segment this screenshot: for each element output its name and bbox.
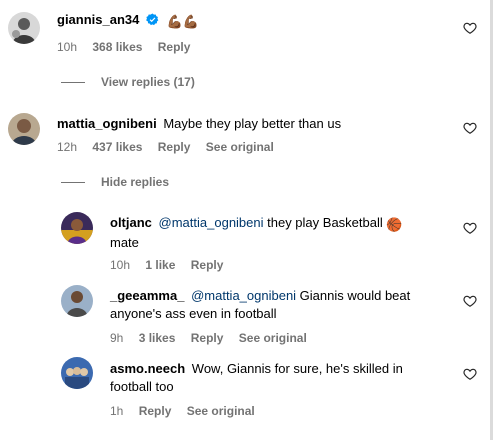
heart-outline-icon[interactable] bbox=[463, 121, 477, 135]
see-original-button[interactable]: See original bbox=[206, 140, 274, 154]
comment-time: 10h bbox=[57, 40, 78, 54]
comment-username[interactable]: giannis_an34 bbox=[57, 12, 139, 27]
mention-link[interactable]: @mattia_ognibeni bbox=[191, 288, 296, 303]
reply-time: 9h bbox=[110, 331, 124, 345]
avatar[interactable] bbox=[61, 212, 93, 244]
reply-button[interactable]: Reply bbox=[191, 331, 224, 345]
view-replies-button[interactable]: View replies (17) bbox=[61, 75, 195, 89]
reply-username[interactable]: _geeamma_ bbox=[110, 288, 184, 303]
likes-count[interactable]: 3 likes bbox=[139, 331, 176, 345]
likes-count[interactable]: 368 likes bbox=[92, 40, 142, 54]
reply-text-line2: mate bbox=[110, 235, 139, 250]
reply-time: 10h bbox=[110, 258, 131, 272]
likes-count[interactable]: 437 likes bbox=[92, 140, 142, 154]
reply-button[interactable]: Reply bbox=[139, 404, 172, 418]
heart-outline-icon[interactable] bbox=[463, 221, 477, 235]
avatar[interactable] bbox=[61, 357, 93, 389]
avatar[interactable] bbox=[61, 285, 93, 317]
reply-time: 1h bbox=[110, 404, 124, 418]
flexed-biceps-emoji: 💪🏾💪🏾 bbox=[166, 14, 199, 29]
mention-link[interactable]: @mattia_ognibeni bbox=[159, 215, 264, 230]
reply-button[interactable]: Reply bbox=[158, 140, 191, 154]
reply-text-line1: Wow, Giannis for sure, he's skilled in bbox=[191, 361, 403, 376]
see-original-button[interactable]: See original bbox=[187, 404, 255, 418]
reply-text-line1: Giannis would beat bbox=[296, 288, 411, 303]
reply-text-line1: they play Basketball bbox=[263, 215, 383, 230]
comment-meta: 12h 437 likes Reply See original bbox=[57, 140, 286, 154]
hide-replies-button[interactable]: Hide replies bbox=[61, 175, 169, 189]
reply-text-line2: football too bbox=[110, 379, 174, 394]
comment-username[interactable]: mattia_ognibeni bbox=[57, 116, 157, 131]
hide-replies-label: Hide replies bbox=[101, 175, 170, 189]
heart-outline-icon[interactable] bbox=[463, 21, 477, 35]
comment-time: 12h bbox=[57, 140, 78, 154]
view-replies-label: View replies (17) bbox=[101, 75, 195, 89]
avatar[interactable] bbox=[8, 12, 40, 44]
comment-text: Maybe they play better than us bbox=[163, 116, 342, 131]
comment-meta: 10h 368 likes Reply bbox=[57, 40, 202, 54]
avatar[interactable] bbox=[8, 113, 40, 145]
reply-username[interactable]: asmo.neech bbox=[110, 361, 185, 376]
reply-meta: 9h 3 likes Reply See original bbox=[110, 331, 319, 345]
reply-button[interactable]: Reply bbox=[191, 258, 224, 272]
see-original-button[interactable]: See original bbox=[239, 331, 307, 345]
verified-badge-icon bbox=[146, 13, 159, 26]
heart-outline-icon[interactable] bbox=[463, 294, 477, 308]
likes-count[interactable]: 1 like bbox=[145, 258, 175, 272]
heart-outline-icon[interactable] bbox=[463, 367, 477, 381]
reply-meta: 1h Reply See original bbox=[110, 404, 267, 418]
reply-text-line2: anyone's ass even in football bbox=[110, 306, 277, 321]
reply-button[interactable]: Reply bbox=[158, 40, 191, 54]
reply-username[interactable]: oltjanc bbox=[110, 215, 152, 230]
replies-divider bbox=[61, 82, 85, 84]
reply-meta: 10h 1 like Reply bbox=[110, 258, 235, 272]
basketball-emoji: 🏀 bbox=[386, 217, 403, 232]
replies-divider bbox=[61, 182, 85, 184]
